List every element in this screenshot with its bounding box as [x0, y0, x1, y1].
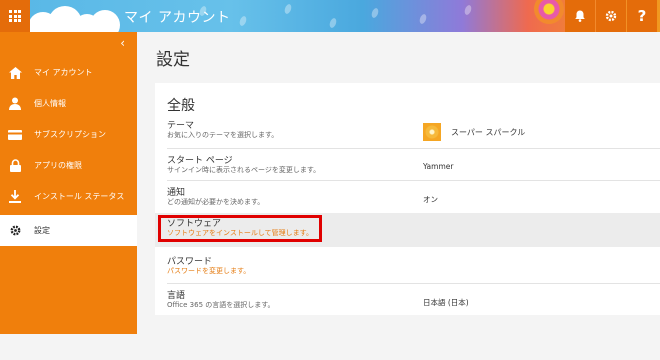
- setting-description: どの通知が必要かを決めます。: [167, 198, 265, 206]
- bell-icon: [575, 10, 585, 22]
- top-banner: [0, 0, 660, 32]
- page-title: 設定: [156, 50, 190, 70]
- person-icon: [8, 97, 22, 111]
- sidebar-item-personal-info[interactable]: 個人情報: [0, 88, 137, 119]
- raindrop-decoration: [283, 3, 293, 15]
- waffle-icon: [9, 10, 21, 22]
- setting-description: お気に入りのテーマを選択します。: [167, 131, 279, 139]
- theme-thumbnail-icon: [423, 123, 441, 141]
- sidebar-item-subscriptions[interactable]: サブスクリプション: [0, 119, 137, 150]
- sidebar-item-install-status[interactable]: インストール ステータス: [0, 181, 137, 212]
- help-button[interactable]: ?: [627, 0, 657, 32]
- divider: [167, 180, 660, 181]
- sidebar-item-label: サブスクリプション: [34, 130, 106, 139]
- raindrop-decoration: [370, 7, 380, 19]
- sidebar-item-label: アプリの権限: [34, 161, 82, 170]
- general-settings-panel: 全般 テーマ お気に入りのテーマを選択します。 スーパー スパークル スタート …: [155, 83, 660, 315]
- notifications-button[interactable]: [565, 0, 595, 32]
- raindrop-decoration: [328, 17, 338, 29]
- setting-description: サインイン時に表示されるページを変更します。: [167, 166, 321, 174]
- raindrop-decoration: [463, 4, 473, 16]
- sidebar-item-my-account[interactable]: マイ アカウント: [0, 57, 137, 88]
- setting-row-notifications[interactable]: 通知 どの通知が必要かを決めます。 オン: [155, 182, 660, 215]
- cloud-decoration: [90, 10, 120, 32]
- sidebar-item-label: 設定: [34, 226, 50, 235]
- collapse-sidebar-button[interactable]: ‹: [120, 36, 125, 50]
- highlight-box: [158, 215, 322, 242]
- setting-value: スーパー スパークル: [451, 128, 526, 137]
- home-icon: [8, 66, 22, 80]
- settings-button[interactable]: [596, 0, 626, 32]
- setting-value: Yammer: [423, 162, 454, 171]
- setting-row-language[interactable]: 言語 Office 365 の言語を選択します。 日本語 (日本): [155, 285, 660, 318]
- setting-value: オン: [423, 195, 438, 204]
- app-title: マイ アカウント: [124, 10, 231, 26]
- sidebar-item-label: 個人情報: [34, 99, 66, 108]
- card-icon: [8, 128, 22, 142]
- gear-icon: [8, 224, 22, 238]
- sidebar: ‹ マイ アカウント 個人情報 サブスクリプション アプリの権限 インストール …: [0, 32, 137, 334]
- section-title: 全般: [167, 98, 195, 114]
- divider: [167, 283, 660, 284]
- setting-value: 日本語 (日本): [423, 298, 469, 307]
- setting-row-password[interactable]: パスワード パスワードを変更します。: [155, 251, 660, 284]
- app-launcher-button[interactable]: [0, 0, 30, 32]
- gear-icon: [605, 10, 617, 22]
- setting-description-link[interactable]: パスワードを変更します。: [167, 266, 250, 276]
- divider: [167, 148, 660, 149]
- setting-row-start-page[interactable]: スタート ページ サインイン時に表示されるページを変更します。 Yammer: [155, 150, 660, 183]
- sidebar-item-label: マイ アカウント: [34, 68, 93, 77]
- flower-decoration: [534, 0, 564, 24]
- setting-description: Office 365 の言語を選択します。: [167, 301, 275, 309]
- help-icon: ?: [637, 7, 647, 25]
- sidebar-item-label: インストール ステータス: [34, 192, 125, 201]
- raindrop-decoration: [238, 15, 248, 27]
- setting-row-theme[interactable]: テーマ お気に入りのテーマを選択します。 スーパー スパークル: [155, 115, 660, 148]
- sidebar-item-settings[interactable]: 設定: [0, 215, 137, 246]
- download-icon: [8, 190, 22, 204]
- lock-icon: [8, 159, 22, 173]
- raindrop-decoration: [418, 13, 428, 25]
- sidebar-item-app-permissions[interactable]: アプリの権限: [0, 150, 137, 181]
